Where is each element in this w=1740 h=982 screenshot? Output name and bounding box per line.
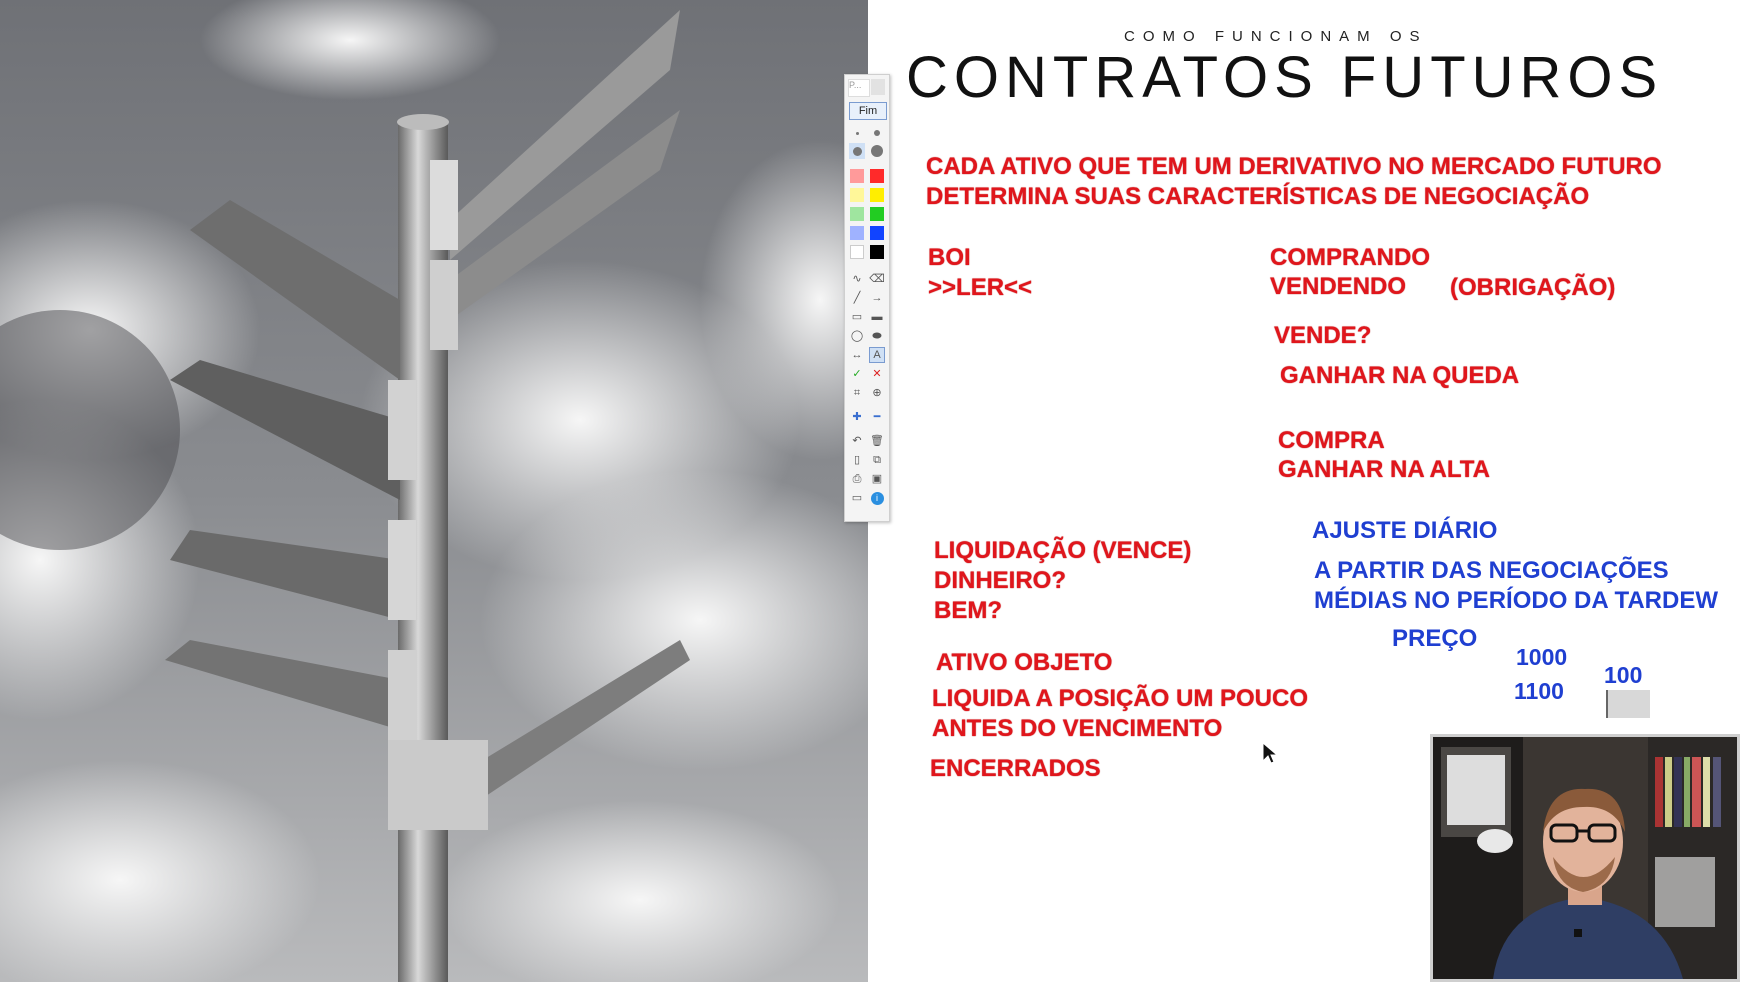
- small-dot-icon[interactable]: [869, 125, 885, 141]
- encerrados-label: ENCERRADOS: [930, 755, 1101, 782]
- check-icon[interactable]: ✓: [849, 366, 865, 382]
- ler-label: >>LER<<: [928, 274, 1033, 301]
- signpost-photo: [0, 0, 868, 982]
- print-icon[interactable]: ⎙: [849, 471, 865, 487]
- green-swatch[interactable]: [870, 207, 884, 221]
- ganhar-alta-label: GANHAR NA ALTA: [1278, 456, 1490, 483]
- filled-rectangle-icon[interactable]: ▬: [869, 309, 885, 325]
- pen-icon[interactable]: ∿: [849, 271, 865, 287]
- bem-label: BEM?: [934, 597, 1002, 624]
- liquida-line-1: LIQUIDA A POSIÇÃO UM POUCO: [932, 685, 1309, 712]
- blue-swatch[interactable]: [870, 226, 884, 240]
- light-red-swatch[interactable]: [850, 169, 864, 183]
- medium-dot-icon[interactable]: [849, 143, 865, 159]
- obrigacao-label: (OBRIGAÇÃO): [1450, 274, 1616, 301]
- light-yellow-swatch[interactable]: [850, 188, 864, 202]
- intro-line-2: DETERMINA SUAS CARACTERÍSTICAS DE NEGOCI…: [926, 183, 1590, 210]
- save-icon[interactable]: ▣: [869, 471, 885, 487]
- undo-icon[interactable]: ↶: [849, 433, 865, 449]
- medias-label: MÉDIAS NO PERÍODO DA TARDEW: [1314, 587, 1719, 614]
- minus-icon[interactable]: ━: [869, 409, 885, 425]
- ativo-objeto-label: ATIVO OBJETO: [936, 649, 1113, 676]
- boi-label: BOI: [928, 244, 971, 271]
- intro-line-1: CADA ATIVO QUE TEM UM DERIVATIVO NO MERC…: [926, 153, 1662, 180]
- ganhar-queda-label: GANHAR NA QUEDA: [1280, 362, 1520, 389]
- filled-ellipse-icon[interactable]: ⬬: [869, 328, 885, 344]
- double-arrow-icon[interactable]: ↔: [849, 347, 865, 363]
- thin-dot-icon[interactable]: [849, 125, 865, 141]
- vende-label: VENDE?: [1274, 322, 1372, 349]
- light-green-swatch[interactable]: [850, 207, 864, 221]
- black-swatch[interactable]: [870, 245, 884, 259]
- plus-icon[interactable]: ✚: [849, 409, 865, 425]
- presenter-video: [1433, 737, 1737, 979]
- toolbar-grip[interactable]: [871, 79, 885, 95]
- info-icon[interactable]: i: [869, 490, 885, 506]
- mouse-cursor-icon: [1262, 741, 1279, 771]
- toolbar-title[interactable]: P...: [848, 79, 870, 97]
- yellow-swatch[interactable]: [870, 188, 884, 202]
- preco-label: PREÇO: [1392, 625, 1478, 652]
- drawing-toolbar: P... Fim ∿ ⌫ ╱ → ▭ ▬ ◯ ⬬ ↔ A ✓ ✕ ⌗ ⊕ ✚ ━…: [844, 74, 890, 522]
- fim-button[interactable]: Fim: [849, 102, 887, 120]
- liquida-line-2: ANTES DO VENCIMENTO: [932, 715, 1223, 742]
- ellipse-icon[interactable]: ◯: [849, 328, 865, 344]
- rectangle-icon[interactable]: ▭: [849, 309, 865, 325]
- crop-icon[interactable]: ⌗: [849, 385, 865, 401]
- compra-label: COMPRA: [1278, 427, 1385, 454]
- signpost-image: [0, 0, 868, 982]
- screen-icon[interactable]: ▭: [849, 490, 865, 506]
- line-icon[interactable]: ╱: [849, 290, 865, 306]
- cross-icon[interactable]: ✕: [869, 366, 885, 382]
- text-icon[interactable]: A: [869, 347, 885, 363]
- copy-icon[interactable]: ⧉: [869, 452, 885, 468]
- a-partir-label: A PARTIR DAS NEGOCIAÇÕES: [1314, 557, 1669, 584]
- text-edit-box[interactable]: [1606, 690, 1650, 718]
- light-blue-swatch[interactable]: [850, 226, 864, 240]
- value-100: 100: [1604, 662, 1643, 688]
- value-1000: 1000: [1516, 644, 1568, 670]
- zoom-icon[interactable]: ⊕: [869, 385, 885, 401]
- dinheiro-label: DINHEIRO?: [934, 567, 1066, 594]
- slide-subtitle: COMO FUNCIONAM OS: [1124, 28, 1428, 45]
- white-swatch[interactable]: [850, 245, 864, 259]
- slide-title: CONTRATOS FUTUROS: [906, 45, 1664, 110]
- eraser-icon[interactable]: ⌫: [869, 271, 885, 287]
- ajuste-diario-label: AJUSTE DIÁRIO: [1312, 517, 1498, 544]
- liquidacao-label: LIQUIDAÇÃO (VENCE): [934, 537, 1192, 564]
- webcam-overlay: [1430, 734, 1740, 982]
- arrow-icon[interactable]: →: [869, 290, 885, 306]
- comprando-label: COMPRANDO: [1270, 244, 1430, 271]
- trash-icon[interactable]: 🗑: [869, 433, 885, 449]
- red-swatch[interactable]: [870, 169, 884, 183]
- vendendo-label: VENDENDO: [1270, 273, 1407, 300]
- value-1100: 1100: [1514, 678, 1564, 704]
- large-dot-icon[interactable]: [869, 143, 885, 159]
- new-page-icon[interactable]: ▯: [849, 452, 865, 468]
